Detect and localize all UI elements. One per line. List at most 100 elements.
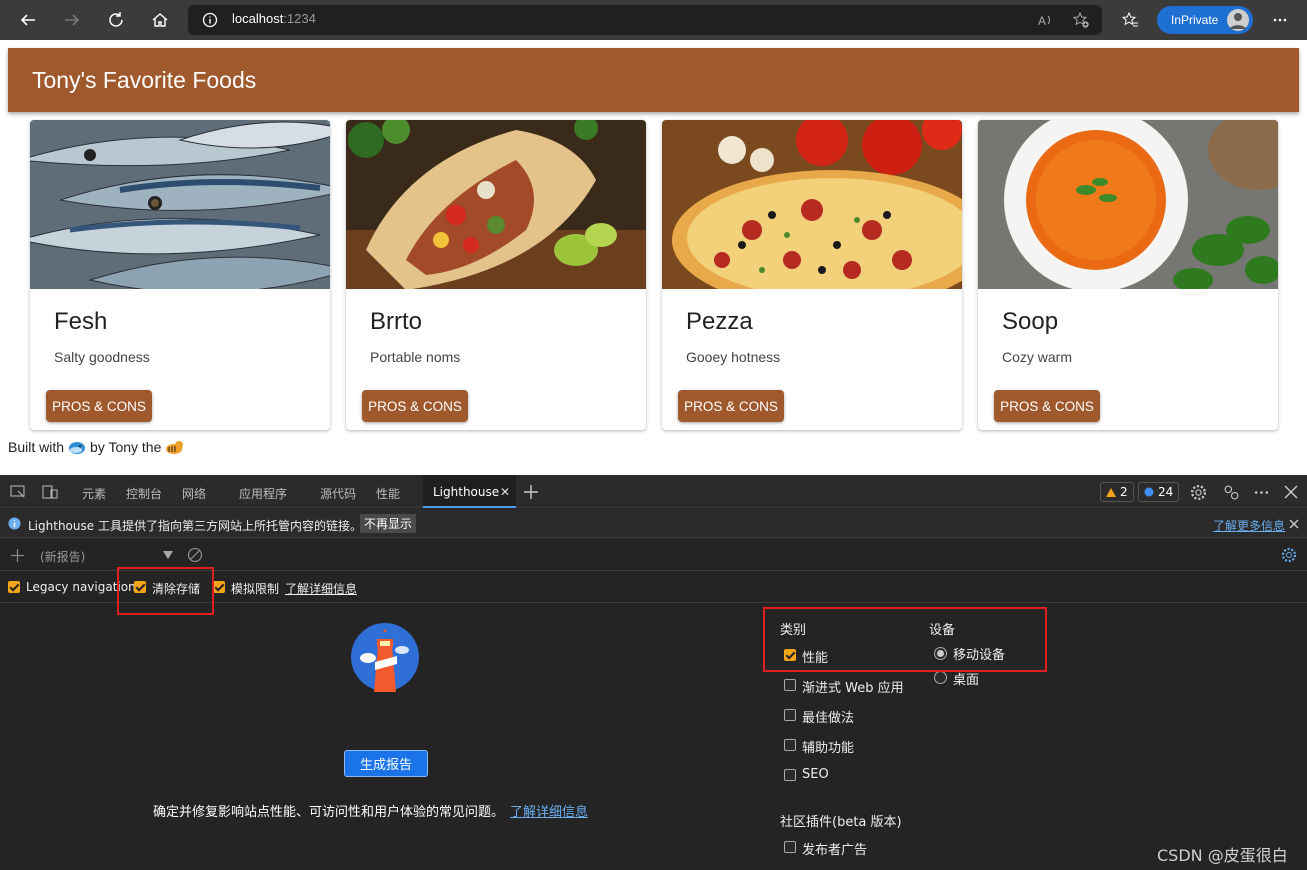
food-card: Brrto Portable noms PROS & CONS [346, 120, 646, 430]
inprivate-button[interactable]: InPrivate [1157, 6, 1253, 34]
url-port: :1234 [283, 11, 316, 26]
more-menu-icon[interactable] [1266, 6, 1294, 34]
more-options-icon[interactable] [1253, 484, 1270, 501]
category-label-accessibility: 辅助功能 [802, 741, 855, 756]
inspect-icon[interactable] [10, 485, 26, 499]
plugin-checkbox-publisher-ads[interactable] [784, 841, 796, 853]
forward-icon[interactable] [58, 6, 86, 34]
tab-application[interactable]: 应用程序 [239, 485, 287, 502]
settings-gear-icon[interactable] [1190, 484, 1207, 501]
add-favorite-icon[interactable] [1072, 11, 1090, 29]
screen: { "browser": { "url_host": "localhost", … [0, 0, 1307, 870]
food-card: Pezza Gooey hotness PROS & CONS [662, 120, 962, 430]
learn-more-link[interactable]: 了解更多信息 [1213, 517, 1285, 534]
app-bar: Tony's Favorite Foods [8, 48, 1299, 112]
device-radio-desktop[interactable] [934, 671, 947, 684]
close-infobar-icon[interactable] [1289, 519, 1299, 529]
plugin-label-publisher-ads: 发布者广告 [802, 843, 868, 858]
card-subtitle: Cozy warm [1002, 349, 1073, 365]
pros-cons-button[interactable]: PROS & CONS [994, 390, 1100, 422]
description-text: 确定并修复影响站点性能、可访问性和用户体验的常见问题。 [153, 805, 505, 820]
category-label-seo: SEO [802, 767, 829, 782]
close-tab-icon[interactable]: ✕ [500, 485, 510, 499]
tab-console[interactable]: 控制台 [126, 485, 162, 502]
home-icon[interactable] [146, 6, 174, 34]
refresh-icon[interactable] [102, 6, 130, 34]
info-bar: Lighthouse 工具提供了指向第三方网站上所托管内容的链接。 不再显示 了… [0, 509, 1307, 538]
warning-icon [1106, 487, 1116, 497]
inprivate-label: InPrivate [1171, 13, 1219, 27]
new-report-icon[interactable] [10, 548, 25, 563]
tab-elements[interactable]: 元素 [82, 485, 106, 502]
description-learn-link[interactable]: 了解详细信息 [510, 805, 588, 820]
card-title: Soop [1002, 308, 1059, 335]
highlight-box-category-device [763, 607, 1047, 672]
tab-sources[interactable]: 源代码 [320, 485, 356, 502]
page-title: Tony's Favorite Foods [32, 67, 257, 93]
url-text: localhost:1234 [232, 11, 316, 26]
category-label-best-practices: 最佳做法 [802, 711, 855, 726]
category-checkbox-best-practices[interactable] [784, 709, 796, 721]
dont-show-again-button[interactable]: 不再显示 [360, 514, 417, 533]
food-card: Soop Cozy warm PROS & CONS [978, 120, 1278, 430]
tab-network[interactable]: 网络 [182, 485, 206, 502]
lighthouse-logo-icon [351, 623, 419, 692]
card-image-soup [978, 120, 1278, 289]
info-circle-icon [8, 517, 21, 530]
clear-icon[interactable] [187, 547, 203, 563]
devtools-tab-strip: 元素 控制台 网络 应用程序 源代码 性能 Lighthouse ✕ 2 24 [0, 475, 1307, 508]
category-checkbox-pwa[interactable] [784, 679, 796, 691]
read-aloud-icon[interactable]: A [1038, 12, 1054, 28]
dropdown-arrow-icon[interactable] [163, 551, 173, 559]
card-subtitle: Gooey hotness [686, 349, 781, 365]
messages-count: 24 [1158, 485, 1174, 499]
close-devtools-icon[interactable] [1283, 484, 1299, 500]
lighthouse-description: 确定并修复影响站点性能、可访问性和用户体验的常见问题。 了解详细信息 [153, 801, 588, 820]
messages-badge[interactable]: 24 [1138, 482, 1180, 502]
whale-icon [69, 442, 86, 454]
card-title: Brrto [370, 308, 423, 335]
message-icon [1144, 487, 1154, 497]
device-emulation-icon[interactable] [42, 485, 58, 499]
pros-cons-button[interactable]: PROS & CONS [362, 390, 468, 422]
add-tab-icon[interactable] [523, 484, 539, 500]
tiger-icon [166, 441, 184, 454]
info-message: Lighthouse 工具提供了指向第三方网站上所托管内容的链接。 [28, 519, 362, 533]
warnings-count: 2 [1120, 485, 1128, 499]
pros-cons-button[interactable]: PROS & CONS [46, 390, 152, 422]
customize-icon[interactable] [1223, 484, 1240, 501]
report-select[interactable]: (新报告) [40, 548, 85, 565]
back-icon[interactable] [14, 6, 42, 34]
food-card: Fesh Salty goodness PROS & CONS [30, 120, 330, 430]
card-image-pizza [662, 120, 962, 289]
lighthouse-settings-icon[interactable] [1281, 547, 1297, 563]
highlight-box-clear-storage [117, 567, 214, 615]
card-title: Fesh [54, 308, 108, 335]
url-host: localhost [232, 11, 284, 26]
tab-lighthouse-label: Lighthouse [433, 485, 500, 499]
browser-toolbar: localhost:1234 A InPrivate [0, 0, 1307, 40]
watermark: CSDN @皮蛋很白 [1157, 846, 1288, 865]
throttling-checkbox[interactable] [213, 581, 225, 593]
category-checkbox-accessibility[interactable] [784, 739, 796, 751]
card-subtitle: Salty goodness [54, 349, 150, 365]
plugins-heading: 社区插件(beta 版本) [780, 815, 902, 830]
devtools-panel: 元素 控制台 网络 应用程序 源代码 性能 Lighthouse ✕ 2 24 … [0, 475, 1307, 870]
tab-performance[interactable]: 性能 [376, 485, 400, 502]
category-label-pwa: 渐进式 Web 应用 [802, 681, 904, 696]
card-image-fish [30, 120, 330, 289]
card-title: Pezza [686, 308, 753, 335]
built-with-text: Built with [8, 439, 65, 455]
legacy-navigation-checkbox[interactable] [8, 581, 20, 593]
footer-credit: Built with by Tony the [8, 439, 184, 455]
category-checkbox-seo[interactable] [784, 769, 796, 781]
generate-report-button[interactable]: 生成报告 [344, 750, 428, 777]
warnings-badge[interactable]: 2 [1100, 482, 1134, 502]
options-learn-link[interactable]: 了解详细信息 [285, 580, 357, 597]
address-bar[interactable]: localhost:1234 A [188, 5, 1102, 35]
tab-lighthouse[interactable]: Lighthouse ✕ [423, 475, 516, 508]
pros-cons-button[interactable]: PROS & CONS [678, 390, 784, 422]
info-icon[interactable] [202, 12, 218, 28]
favorites-icon[interactable] [1116, 6, 1144, 34]
by-text: by Tony the [90, 439, 162, 455]
